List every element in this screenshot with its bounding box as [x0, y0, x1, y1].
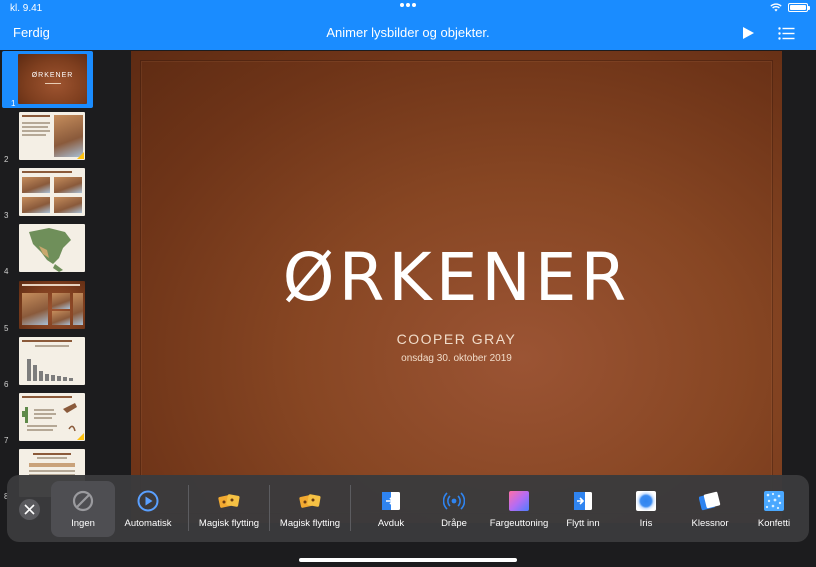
effect-label: Dråpe: [441, 518, 467, 529]
slide-number: 4: [4, 267, 9, 276]
effect-confetti[interactable]: Konfetti: [745, 481, 803, 537]
effect-none[interactable]: Ingen: [51, 481, 115, 537]
multitasking-dots-icon[interactable]: [400, 3, 416, 7]
slide-title[interactable]: ØRKENER: [131, 239, 782, 316]
effect-label: Konfetti: [757, 518, 791, 529]
thumbnail-title: ØRKENER: [31, 72, 74, 79]
slide-number: 5: [4, 324, 9, 333]
slide-thumbnail-image: [19, 337, 85, 385]
effect-color-fade[interactable]: Fargeuttoning: [487, 481, 551, 537]
nav-title: Animer lysbilder og objekter.: [326, 25, 490, 40]
slide-thumbnail-image: ØRKENER: [18, 54, 87, 104]
keynote-app: kl. 9.41 Ferdig Animer lysbilder og obje…: [0, 0, 816, 567]
top-bar: kl. 9.41 Ferdig Animer lysbilder og obje…: [0, 0, 816, 50]
move-in-icon: [574, 492, 592, 510]
confetti-icon: [764, 491, 784, 511]
divider: [188, 485, 189, 531]
effect-magic-move[interactable]: Magisk flytting: [195, 481, 263, 537]
effect-label: Automatisk: [124, 518, 172, 529]
bar-chart-icon: [27, 359, 73, 381]
current-slide[interactable]: ØRKENER COOPER GRAY onsdag 30. oktober 2…: [131, 51, 782, 523]
divider: [350, 485, 351, 531]
slide-thumbnail-4[interactable]: 4: [0, 220, 97, 276]
slide-thumbnail-7[interactable]: 7: [0, 389, 97, 445]
effect-automatic[interactable]: Automatisk: [116, 481, 180, 537]
effect-label: Magisk flytting: [279, 518, 341, 529]
slide-number: 3: [4, 211, 9, 220]
slide-thumbnail-1[interactable]: ØRKENER 1: [2, 51, 93, 108]
droplet-icon: [443, 492, 465, 510]
auto-play-icon: [137, 490, 159, 512]
wifi-icon: [770, 3, 782, 12]
effect-label: Avduk: [377, 518, 405, 529]
iris-icon: [636, 491, 656, 511]
effect-magic-move-2[interactable]: Magisk flytting: [276, 481, 344, 537]
slide-thumbnail-image: [19, 393, 85, 441]
status-icons: [770, 3, 810, 12]
color-fade-icon: [509, 491, 529, 511]
play-icon[interactable]: [741, 26, 755, 40]
slide-number: 1: [11, 99, 16, 108]
effect-iris[interactable]: Iris: [619, 481, 673, 537]
transition-effects-panel: Ingen Automatisk Magisk flytting Magisk …: [7, 475, 809, 542]
close-panel-button[interactable]: [19, 499, 40, 520]
slide-thumbnail-image: [19, 224, 85, 272]
list-icon[interactable]: [778, 27, 795, 40]
effect-label: Magisk flytting: [198, 518, 260, 529]
effect-move-in[interactable]: Flytt inn: [555, 481, 611, 537]
slide-thumbnail-6[interactable]: 6: [0, 333, 97, 389]
cactus-icon: [22, 403, 77, 432]
home-indicator[interactable]: [299, 558, 517, 562]
close-icon: [24, 504, 35, 515]
slide-thumbnail-5[interactable]: 5: [0, 277, 97, 333]
effect-label: Iris: [639, 518, 653, 529]
effect-label: Flytt inn: [566, 518, 600, 529]
slide-thumbnail-3[interactable]: 3: [0, 164, 97, 220]
slide-date[interactable]: onsdag 30. oktober 2019: [131, 353, 782, 364]
reveal-icon: [382, 492, 400, 510]
effect-label: Ingen: [71, 518, 95, 529]
magic-move-icon: [218, 494, 240, 508]
slide-thumbnail-image: [19, 281, 85, 329]
slide-thumbnail-2[interactable]: 2: [0, 108, 97, 164]
effect-droplet[interactable]: Dråpe: [425, 481, 483, 537]
slide-number: 6: [4, 380, 9, 389]
slide-number: 2: [4, 155, 9, 164]
effect-label: Fargeuttoning: [489, 518, 549, 529]
clothesline-icon: [699, 491, 721, 511]
effect-label: Klessnor: [691, 518, 729, 529]
map-icon: [29, 228, 71, 272]
none-icon: [72, 490, 94, 512]
status-time: kl. 9.41: [10, 3, 43, 14]
slide-number: 7: [4, 436, 9, 445]
slide-thumbnail-image: [19, 168, 85, 216]
effect-clothesline[interactable]: Klessnor: [681, 481, 739, 537]
magic-move-icon: [299, 494, 321, 508]
battery-icon: [788, 3, 810, 12]
effect-reveal[interactable]: Avduk: [362, 481, 420, 537]
divider: [269, 485, 270, 531]
slide-author[interactable]: COOPER GRAY: [131, 331, 782, 347]
slide-thumbnail-image: [19, 112, 85, 160]
